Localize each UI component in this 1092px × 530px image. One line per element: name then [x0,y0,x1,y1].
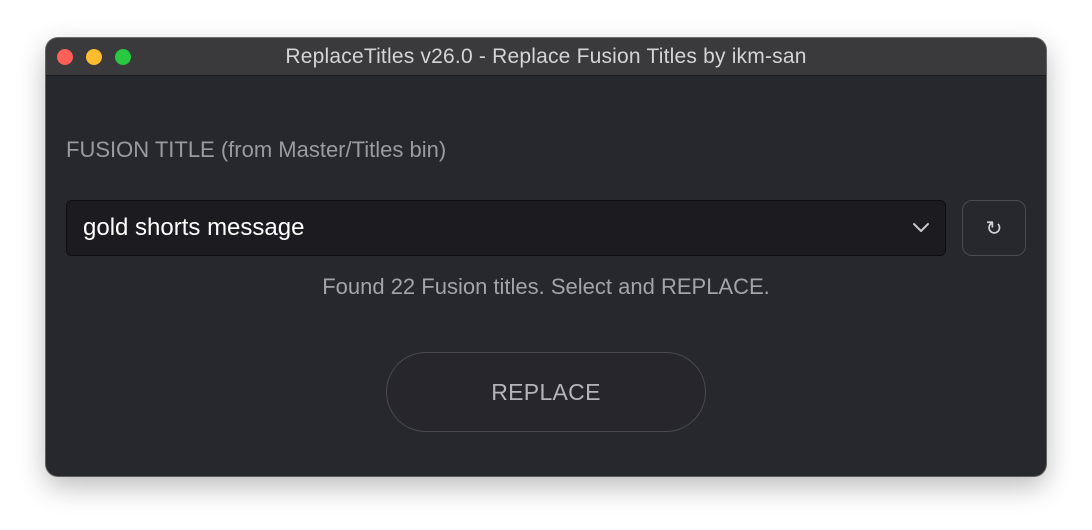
fusion-title-select[interactable]: gold shorts message [66,200,946,256]
fusion-title-selected-value: gold shorts message [83,214,305,241]
window-title: ReplaceTitles v26.0 - Replace Fusion Tit… [285,45,807,68]
refresh-button[interactable]: ↻ [962,200,1026,256]
app-window: ReplaceTitles v26.0 - Replace Fusion Tit… [46,38,1046,476]
fusion-title-label: FUSION TITLE (from Master/Titles bin) [66,137,447,162]
replace-button[interactable]: REPLACE [386,352,706,432]
status-text: Found 22 Fusion titles. Select and REPLA… [322,274,770,299]
chevron-down-icon [913,223,929,232]
title-bar[interactable]: ReplaceTitles v26.0 - Replace Fusion Tit… [46,38,1046,76]
refresh-icon: ↻ [985,216,1003,240]
